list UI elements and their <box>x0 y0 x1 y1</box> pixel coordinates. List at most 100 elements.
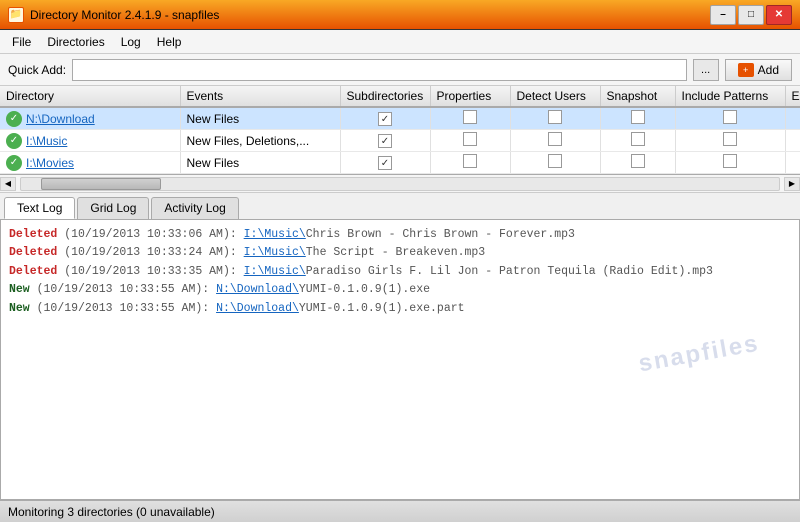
scroll-right-arrow[interactable]: ▶ <box>784 177 800 191</box>
log-filename: The Script - Breakeven.mp3 <box>306 244 485 262</box>
quick-add-input[interactable] <box>72 59 687 81</box>
properties-cell <box>430 130 510 152</box>
include-checkbox[interactable] <box>723 110 737 124</box>
table-body: ✓ N:\Download New Files ✓ I:\Music New Files,… <box>0 107 800 174</box>
log-filename: YUMI-0.1.0.9(1).exe.part <box>299 300 465 318</box>
close-button[interactable]: ✕ <box>766 5 792 25</box>
status-bar: Monitoring 3 directories (0 unavailable) <box>0 500 800 522</box>
directory-link[interactable]: N:\Download <box>26 112 95 126</box>
log-path-link[interactable]: N:\Download\ <box>216 281 299 299</box>
snapshot-checkbox[interactable] <box>631 132 645 146</box>
col-header-detect: Detect Users <box>510 86 600 107</box>
title-bar-left: 📁 Directory Monitor 2.4.1.9 - snapfiles <box>8 7 219 23</box>
tab-grid-log[interactable]: Grid Log <box>77 197 149 219</box>
events-cell: New Files <box>180 152 340 174</box>
col-header-snapshot: Snapshot <box>600 86 675 107</box>
log-path-link[interactable]: I:\Music\ <box>244 244 306 262</box>
snapshot-checkbox[interactable] <box>631 154 645 168</box>
log-timestamp: (10/19/2013 10:33:35 AM): <box>64 263 237 281</box>
detect_users-checkbox[interactable] <box>548 110 562 124</box>
menu-bar: File Directories Log Help <box>0 30 800 54</box>
directory-cell: ✓ I:\Music <box>0 130 180 152</box>
col-header-properties: Properties <box>430 86 510 107</box>
log-type: Deleted <box>9 226 57 244</box>
subdirectories-checkbox[interactable] <box>378 112 392 126</box>
table-row[interactable]: ✓ I:\Movies New Files <box>0 152 800 174</box>
detect_users-checkbox[interactable] <box>548 154 562 168</box>
lower-section: Text Log Grid Log Activity Log Deleted (… <box>0 193 800 500</box>
table-row[interactable]: ✓ I:\Music New Files, Deletions,... <box>0 130 800 152</box>
include-cell <box>675 152 785 174</box>
browse-button[interactable]: ... <box>693 59 719 81</box>
log-filename: YUMI-0.1.0.9(1).exe <box>299 281 430 299</box>
include-checkbox[interactable] <box>723 132 737 146</box>
log-timestamp: (10/19/2013 10:33:55 AM): <box>37 281 210 299</box>
tab-activity-log[interactable]: Activity Log <box>151 197 238 219</box>
add-icon: + <box>738 63 754 77</box>
exclude-cell <box>785 152 800 174</box>
log-filename: Paradiso Girls F. Lil Jon - Patron Tequi… <box>306 263 713 281</box>
status-text: Monitoring 3 directories (0 unavailable) <box>8 505 215 519</box>
add-label: Add <box>758 63 779 77</box>
table-row[interactable]: ✓ N:\Download New Files <box>0 107 800 130</box>
log-type: New <box>9 300 30 318</box>
directory-link[interactable]: I:\Music <box>26 134 67 148</box>
title-bar: 📁 Directory Monitor 2.4.1.9 - snapfiles … <box>0 0 800 30</box>
col-header-directory: Directory <box>0 86 180 107</box>
properties-checkbox[interactable] <box>463 154 477 168</box>
tab-text-log[interactable]: Text Log <box>4 197 75 219</box>
snapshot-checkbox[interactable] <box>631 110 645 124</box>
detect_users-checkbox[interactable] <box>548 132 562 146</box>
log-entry: New (10/19/2013 10:33:55 AM): N:\Downloa… <box>9 300 791 318</box>
quick-add-label: Quick Add: <box>8 63 66 77</box>
include-checkbox[interactable] <box>723 154 737 168</box>
status-icon: ✓ <box>6 155 22 171</box>
properties-checkbox[interactable] <box>463 132 477 146</box>
col-header-subdirs: Subdirectories <box>340 86 430 107</box>
col-header-include: Include Patterns <box>675 86 785 107</box>
status-icon: ✓ <box>6 133 22 149</box>
include-cell <box>675 130 785 152</box>
exclude-cell <box>785 130 800 152</box>
log-path-link[interactable]: I:\Music\ <box>244 263 306 281</box>
menu-log[interactable]: Log <box>113 32 149 52</box>
log-timestamp: (10/19/2013 10:33:06 AM): <box>64 226 237 244</box>
events-cell: New Files <box>180 107 340 130</box>
menu-directories[interactable]: Directories <box>39 32 112 52</box>
scroll-left-arrow[interactable]: ◀ <box>0 177 16 191</box>
maximize-button[interactable]: □ <box>738 5 764 25</box>
subdirectories-cell <box>340 152 430 174</box>
log-timestamp: (10/19/2013 10:33:24 AM): <box>64 244 237 262</box>
subdirectories-checkbox[interactable] <box>378 134 392 148</box>
detect-users-cell <box>510 130 600 152</box>
menu-help[interactable]: Help <box>149 32 190 52</box>
add-button[interactable]: + Add <box>725 59 792 81</box>
events-cell: New Files, Deletions,... <box>180 130 340 152</box>
log-filename: Chris Brown - Chris Brown - Forever.mp3 <box>306 226 575 244</box>
log-entry: Deleted (10/19/2013 10:33:06 AM): I:\Mus… <box>9 226 791 244</box>
title-text: Directory Monitor 2.4.1.9 - snapfiles <box>30 8 219 22</box>
directory-link[interactable]: I:\Movies <box>26 156 74 170</box>
snapshot-cell <box>600 107 675 130</box>
snapshot-cell <box>600 152 675 174</box>
minimize-button[interactable]: – <box>710 5 736 25</box>
log-entry: Deleted (10/19/2013 10:33:24 AM): I:\Mus… <box>9 244 791 262</box>
log-path-link[interactable]: I:\Music\ <box>244 226 306 244</box>
main-content: Directory Events Subdirectories Properti… <box>0 86 800 500</box>
properties-checkbox[interactable] <box>463 110 477 124</box>
quick-add-bar: Quick Add: ... + Add <box>0 54 800 86</box>
col-header-events: Events <box>180 86 340 107</box>
include-cell <box>675 107 785 130</box>
menu-file[interactable]: File <box>4 32 39 52</box>
log-path-link[interactable]: N:\Download\ <box>216 300 299 318</box>
scroll-thumb[interactable] <box>41 178 161 190</box>
log-area: Deleted (10/19/2013 10:33:06 AM): I:\Mus… <box>0 220 800 500</box>
snapshot-cell <box>600 130 675 152</box>
status-icon: ✓ <box>6 111 22 127</box>
properties-cell <box>430 107 510 130</box>
horizontal-scrollbar[interactable]: ◀ ▶ <box>0 175 800 193</box>
detect-users-cell <box>510 107 600 130</box>
subdirectories-checkbox[interactable] <box>378 156 392 170</box>
directory-cell: ✓ N:\Download <box>0 107 180 130</box>
log-tabs: Text Log Grid Log Activity Log <box>0 193 800 220</box>
